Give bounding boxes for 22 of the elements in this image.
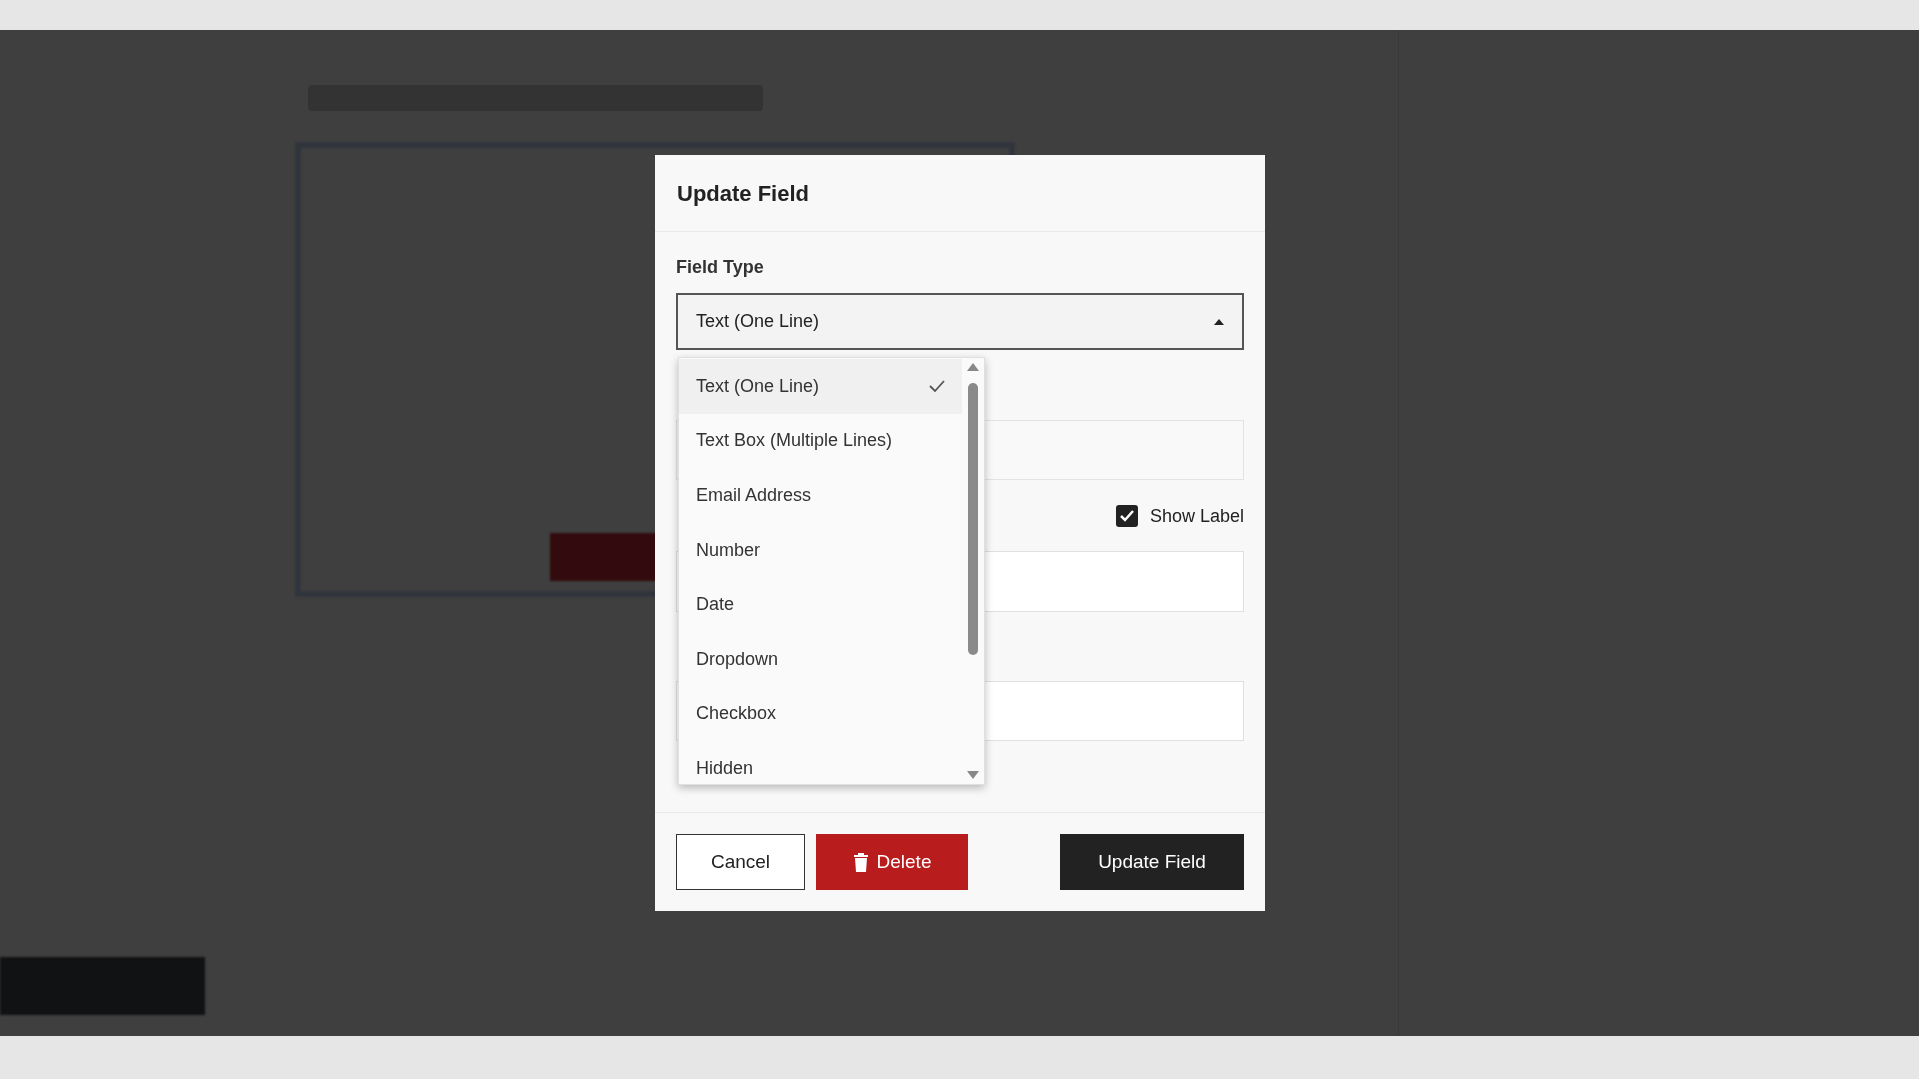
dropdown-option[interactable]: Text Box (Multiple Lines): [679, 413, 962, 469]
show-label-text: Show Label: [1149, 504, 1244, 528]
dropdown-option[interactable]: Number: [679, 522, 962, 578]
delete-button[interactable]: Delete: [816, 834, 968, 890]
dropdown-option[interactable]: Checkbox: [679, 686, 962, 742]
cancel-button[interactable]: Cancel: [676, 834, 805, 890]
dropdown-option[interactable]: Date: [679, 577, 962, 632]
scroll-up-arrow-icon[interactable]: [967, 363, 979, 371]
show-label-checkbox[interactable]: [1115, 505, 1138, 527]
dropdown-option[interactable]: Dropdown: [679, 631, 962, 687]
dialog-title: Update Field: [677, 179, 809, 208]
update-field-button[interactable]: Update Field: [1060, 834, 1244, 890]
checkmark-icon: [929, 380, 945, 393]
field-type-select[interactable]: Text (One Line): [676, 293, 1244, 350]
field-label: Field Type: [676, 256, 765, 278]
dropdown-option[interactable]: Text (One Line): [679, 359, 962, 414]
dropdown-option[interactable]: Hidden: [679, 741, 962, 796]
scroll-down-arrow-icon[interactable]: [967, 771, 979, 779]
checkmark-icon: [1118, 509, 1135, 523]
trash-icon: [852, 852, 869, 872]
caret-up-icon: [1214, 318, 1224, 325]
dropdown-option[interactable]: Email Address: [679, 468, 962, 523]
